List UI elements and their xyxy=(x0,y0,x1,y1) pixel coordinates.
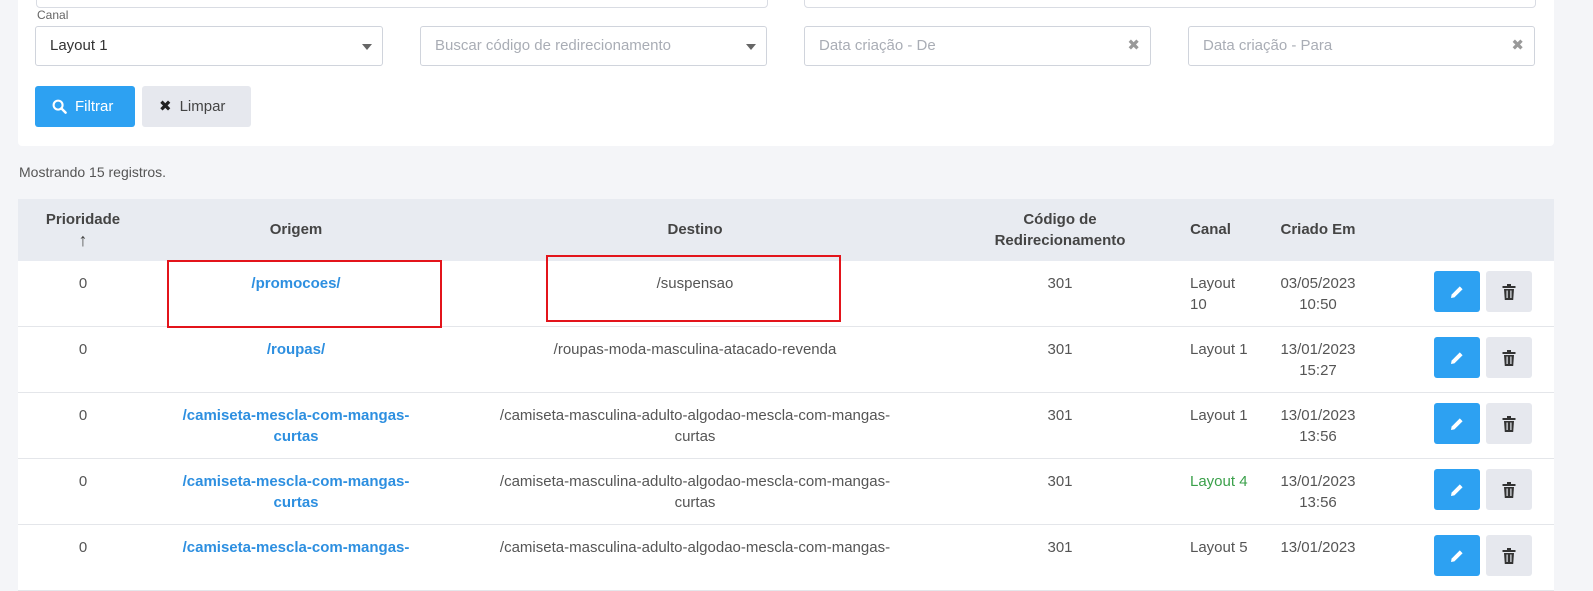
redirect-code-select[interactable]: Buscar código de redirecionamento xyxy=(420,26,767,66)
edit-button[interactable] xyxy=(1434,469,1480,510)
created-cell: 13/01/2023 13:56 xyxy=(1280,473,1356,511)
col-destination[interactable]: Destino xyxy=(545,219,845,240)
canal-label: Canal xyxy=(37,8,69,22)
priority-cell: 0 xyxy=(78,539,88,556)
edit-button[interactable] xyxy=(1434,403,1480,444)
edit-button[interactable] xyxy=(1434,337,1480,378)
highlight-destination xyxy=(546,255,841,322)
trash-icon xyxy=(1502,349,1516,366)
origin-link[interactable]: /camiseta-mescla-com-mangas- xyxy=(146,537,446,558)
pencil-icon xyxy=(1451,285,1463,298)
pencil-icon xyxy=(1451,483,1463,496)
col-origin[interactable]: Origem xyxy=(196,219,396,240)
canal-cell: Layout 1 xyxy=(1190,341,1248,358)
close-icon: ✖ xyxy=(159,98,172,115)
clear-icon[interactable]: ✖ xyxy=(1511,27,1524,65)
date-to-input[interactable]: Data criação - Para ✖ xyxy=(1188,26,1535,66)
priority-cell: 0 xyxy=(78,473,88,490)
col-redirect-code[interactable]: Código de Redirecionamento xyxy=(980,209,1140,251)
created-cell: 13/01/2023 xyxy=(1280,539,1356,556)
table-row: 0 /camiseta-mescla-com-mangas- curtas /c… xyxy=(18,393,1554,459)
canal-cell: Layout 1 xyxy=(1190,407,1248,424)
delete-button[interactable] xyxy=(1486,469,1532,510)
redirect-code-cell: 301 xyxy=(1047,275,1073,292)
trash-icon xyxy=(1502,481,1516,498)
records-count: Mostrando 15 registros. xyxy=(19,164,167,180)
top-filter-field-left[interactable] xyxy=(36,0,768,8)
search-icon xyxy=(52,99,67,114)
canal-cell: Layout 5 xyxy=(1190,539,1248,556)
highlight-origin xyxy=(167,260,442,328)
canal-cell: Layout 10 xyxy=(1190,275,1236,313)
edit-button[interactable] xyxy=(1434,271,1480,312)
chevron-down-icon xyxy=(362,44,372,50)
redirect-code-cell: 301 xyxy=(1047,473,1073,490)
col-created[interactable]: Criado Em xyxy=(1263,219,1373,240)
trash-icon xyxy=(1502,547,1516,564)
canal-select[interactable]: Layout 1 xyxy=(35,26,383,66)
edit-button[interactable] xyxy=(1434,535,1480,576)
table-row: 0 /camiseta-mescla-com-mangas- /camiseta… xyxy=(18,525,1554,591)
clear-button[interactable]: ✖ Limpar xyxy=(142,86,251,127)
redirect-code-cell: 301 xyxy=(1047,407,1073,424)
destination-cell: /camiseta-masculina-adulto-algodao-mescl… xyxy=(499,473,891,511)
pencil-icon xyxy=(1451,417,1463,430)
pencil-icon xyxy=(1451,549,1463,562)
destination-cell: /camiseta-masculina-adulto-algodao-mescl… xyxy=(499,539,891,556)
trash-icon xyxy=(1502,415,1516,432)
trash-icon xyxy=(1502,283,1516,300)
delete-button[interactable] xyxy=(1486,535,1532,576)
delete-button[interactable] xyxy=(1486,337,1532,378)
date-from-input[interactable]: Data criação - De ✖ xyxy=(804,26,1151,66)
table-row: 0 /camiseta-mescla-com-mangas- curtas /c… xyxy=(18,459,1554,525)
origin-link[interactable]: /camiseta-mescla-com-mangas- curtas xyxy=(146,471,446,513)
col-priority[interactable]: Prioridade ↑ xyxy=(33,209,133,251)
redirect-code-cell: 301 xyxy=(1047,539,1073,556)
top-filter-field-right[interactable] xyxy=(804,0,1536,8)
created-cell: 13/01/2023 13:56 xyxy=(1280,407,1356,445)
redirect-code-cell: 301 xyxy=(1047,341,1073,358)
table-row: 0 /roupas/ /roupas-moda-masculina-atacad… xyxy=(18,327,1554,393)
sort-up-icon: ↑ xyxy=(78,230,88,250)
origin-link[interactable]: /roupas/ xyxy=(146,339,446,360)
priority-cell: 0 xyxy=(78,341,88,358)
priority-cell: 0 xyxy=(78,407,88,424)
delete-button[interactable] xyxy=(1486,403,1532,444)
created-cell: 03/05/2023 10:50 xyxy=(1280,275,1356,313)
col-canal[interactable]: Canal xyxy=(1168,219,1253,240)
clear-icon[interactable]: ✖ xyxy=(1127,27,1140,65)
table-header: Prioridade ↑ Origem Destino Código de Re… xyxy=(18,199,1554,261)
destination-cell: /camiseta-masculina-adulto-algodao-mescl… xyxy=(499,407,891,445)
created-cell: 13/01/2023 15:27 xyxy=(1280,341,1356,379)
destination-cell: /roupas-moda-masculina-atacado-revenda xyxy=(553,341,837,358)
delete-button[interactable] xyxy=(1486,271,1532,312)
origin-link[interactable]: /camiseta-mescla-com-mangas- curtas xyxy=(146,405,446,447)
canal-cell: Layout 4 xyxy=(1190,473,1248,490)
chevron-down-icon xyxy=(746,44,756,50)
pencil-icon xyxy=(1451,351,1463,364)
priority-cell: 0 xyxy=(78,275,88,292)
filter-button[interactable]: Filtrar xyxy=(35,86,135,127)
